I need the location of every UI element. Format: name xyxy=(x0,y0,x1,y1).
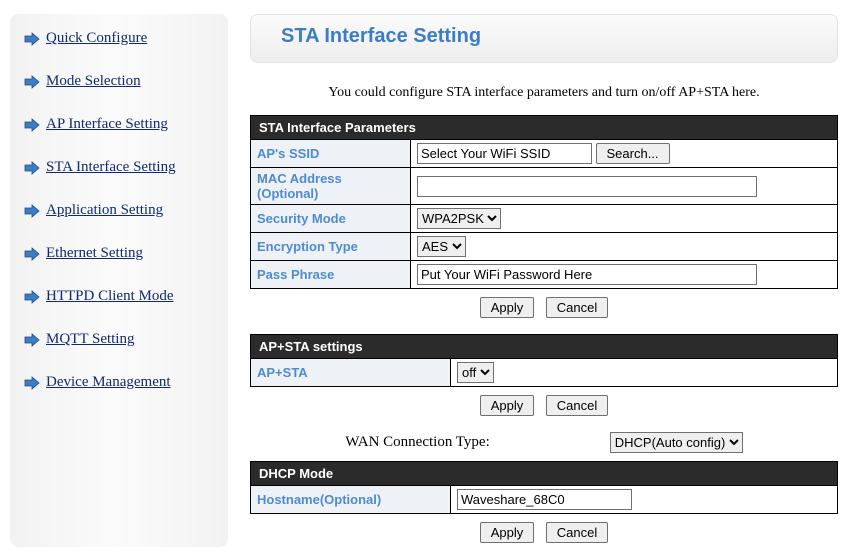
sidebar-link-label: MQTT Setting xyxy=(46,331,134,348)
page-description: You could configure STA interface parame… xyxy=(250,85,838,101)
sidebar-link-label: Application Setting xyxy=(46,202,163,219)
dhcp-caption: DHCP Mode xyxy=(250,461,838,485)
arrow-right-icon xyxy=(24,118,40,132)
sidebar-item-quick-configure[interactable]: Quick Configure xyxy=(10,24,228,53)
sidebar-link-label: Mode Selection xyxy=(46,73,141,90)
arrow-right-icon xyxy=(24,161,40,175)
search-button[interactable]: Search... xyxy=(596,143,670,164)
arrow-right-icon xyxy=(24,75,40,89)
apsta-table: AP+STA settings AP+STA off xyxy=(250,334,838,387)
arrow-right-icon xyxy=(24,204,40,218)
sidebar-item-mqtt-setting[interactable]: MQTT Setting xyxy=(10,325,228,354)
sidebar-link-label: Device Management xyxy=(46,374,171,391)
sidebar-item-mode-selection[interactable]: Mode Selection xyxy=(10,67,228,96)
sta-button-row: Apply Cancel xyxy=(250,297,838,318)
passphrase-label: Pass Phrase xyxy=(251,261,411,289)
arrow-right-icon xyxy=(24,333,40,347)
sidebar-item-device-management[interactable]: Device Management xyxy=(10,368,228,397)
ssid-input[interactable] xyxy=(417,143,592,164)
sidebar-item-ethernet-setting[interactable]: Ethernet Setting xyxy=(10,239,228,268)
sidebar-item-ap-interface[interactable]: AP Interface Setting xyxy=(10,110,228,139)
main-content: STA Interface Setting You could configur… xyxy=(250,14,838,547)
sta-parameters-table: STA Interface Parameters AP's SSID Searc… xyxy=(250,115,838,289)
hostname-label: Hostname(Optional) xyxy=(251,486,451,514)
sidebar-item-application-setting[interactable]: Application Setting xyxy=(10,196,228,225)
security-mode-select[interactable]: WPA2PSK xyxy=(417,208,501,229)
sidebar: Quick Configure Mode Selection AP Interf… xyxy=(10,14,228,547)
apsta-caption: AP+STA settings xyxy=(250,334,838,358)
apsta-label: AP+STA xyxy=(251,359,451,387)
page-title: STA Interface Setting xyxy=(281,25,481,47)
wan-connection-row: WAN Connection Type: DHCP(Auto config) xyxy=(250,432,838,453)
encryption-type-select[interactable]: AES xyxy=(417,236,466,257)
dhcp-table: DHCP Mode Hostname(Optional) xyxy=(250,461,838,514)
apsta-cancel-button[interactable]: Cancel xyxy=(546,395,608,416)
sta-parameters-caption: STA Interface Parameters xyxy=(250,115,838,139)
dhcp-button-row: Apply Cancel xyxy=(250,522,838,543)
sidebar-item-httpd-client[interactable]: HTTPD Client Mode xyxy=(10,282,228,311)
sidebar-item-sta-interface[interactable]: STA Interface Setting xyxy=(10,153,228,182)
sidebar-link-label: Ethernet Setting xyxy=(46,245,143,262)
sta-apply-button[interactable]: Apply xyxy=(480,297,535,318)
mac-input[interactable] xyxy=(417,176,757,197)
sidebar-link-label: STA Interface Setting xyxy=(46,159,176,176)
security-label: Security Mode xyxy=(251,205,411,233)
passphrase-input[interactable] xyxy=(417,264,757,285)
apsta-apply-button[interactable]: Apply xyxy=(480,395,535,416)
sidebar-link-label: HTTPD Client Mode xyxy=(46,288,174,305)
dhcp-apply-button[interactable]: Apply xyxy=(480,522,535,543)
apsta-select[interactable]: off xyxy=(457,362,494,383)
wan-type-select[interactable]: DHCP(Auto config) xyxy=(610,432,743,453)
arrow-right-icon xyxy=(24,376,40,390)
arrow-right-icon xyxy=(24,290,40,304)
page-title-bar: STA Interface Setting xyxy=(250,14,838,63)
ssid-label: AP's SSID xyxy=(251,140,411,168)
apsta-button-row: Apply Cancel xyxy=(250,395,838,416)
mac-label: MAC Address (Optional) xyxy=(251,168,411,205)
sta-cancel-button[interactable]: Cancel xyxy=(546,297,608,318)
sidebar-link-label: Quick Configure xyxy=(46,30,147,47)
dhcp-cancel-button[interactable]: Cancel xyxy=(546,522,608,543)
hostname-input[interactable] xyxy=(457,489,632,510)
wan-label: WAN Connection Type: xyxy=(345,434,490,451)
arrow-right-icon xyxy=(24,32,40,46)
encryption-label: Encryption Type xyxy=(251,233,411,261)
sidebar-link-label: AP Interface Setting xyxy=(46,116,168,133)
arrow-right-icon xyxy=(24,247,40,261)
